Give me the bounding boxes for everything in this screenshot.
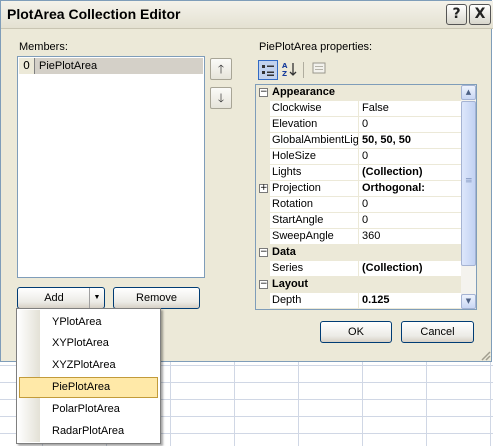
collapse-icon[interactable]: −	[259, 88, 268, 97]
list-item[interactable]: 0 PiePlotArea	[19, 58, 203, 74]
property-row[interactable]: HoleSize 0	[256, 149, 461, 165]
property-row[interactable]: Series (Collection)	[256, 261, 461, 277]
property-name: Lights	[272, 165, 359, 181]
help-button[interactable]: ?	[446, 4, 467, 25]
property-row[interactable]: GlobalAmbientLight 50, 50, 50	[256, 133, 461, 149]
add-dropdown-menu: YPlotArea XYPlotArea XYZPlotArea PiePlot…	[16, 308, 161, 444]
category-label: Data	[272, 246, 296, 258]
grip-icon: ≡	[465, 176, 473, 186]
property-value[interactable]: 0.125	[362, 293, 460, 309]
ok-button[interactable]: OK	[320, 321, 392, 343]
property-row[interactable]: Depth 0.125	[256, 293, 461, 309]
title-bar: PlotArea Collection Editor ? X	[1, 1, 493, 29]
dialog-title: PlotArea Collection Editor	[7, 6, 181, 22]
property-row[interactable]: Rotation 0	[256, 197, 461, 213]
property-value[interactable]: 0	[362, 213, 460, 229]
property-name: Elevation	[272, 117, 359, 133]
category-label: Appearance	[272, 86, 335, 98]
add-dropdown-arrow-icon[interactable]: ▼	[89, 288, 104, 308]
resize-grip-icon[interactable]	[479, 349, 491, 361]
property-name: Depth	[272, 293, 359, 309]
property-name: Series	[272, 261, 359, 277]
property-value[interactable]: Orthogonal:	[362, 181, 460, 197]
cancel-button[interactable]: Cancel	[401, 321, 474, 343]
move-up-button[interactable]: 🡑	[210, 58, 232, 80]
property-value[interactable]: 360	[362, 229, 460, 245]
menu-item-yplotarea[interactable]: YPlotArea	[19, 312, 158, 333]
arrow-up-icon: 🡑	[217, 62, 225, 76]
menu-item-xyplotarea[interactable]: XYPlotArea	[19, 333, 158, 354]
property-value[interactable]: (Collection)	[362, 165, 460, 181]
property-value[interactable]: (Collection)	[362, 261, 460, 277]
svg-text:A: A	[282, 62, 288, 70]
members-label: Members:	[19, 41, 68, 53]
property-row[interactable]: StartAngle 0	[256, 213, 461, 229]
add-button-label: Add	[44, 292, 64, 304]
property-value[interactable]: 0	[362, 149, 460, 165]
property-name: Rotation	[272, 197, 359, 213]
categorized-icon[interactable]	[258, 60, 278, 80]
move-down-button[interactable]: 🡓	[210, 87, 232, 109]
property-name: StartAngle	[272, 213, 359, 229]
property-row[interactable]: Elevation 0	[256, 117, 461, 133]
property-pages-icon[interactable]	[309, 60, 329, 80]
expand-icon[interactable]: +	[259, 184, 268, 193]
menu-item-pieplotarea[interactable]: PiePlotArea	[19, 377, 158, 398]
property-value[interactable]: 0	[362, 197, 460, 213]
property-name: Clockwise	[272, 101, 359, 117]
property-grid[interactable]: − Appearance Clockwise False Elevation 0…	[255, 84, 477, 310]
property-row[interactable]: + Projection Orthogonal:	[256, 181, 461, 197]
remove-button[interactable]: Remove	[113, 287, 200, 309]
collapse-icon[interactable]: −	[259, 248, 268, 257]
property-grid-scrollbar[interactable]: ▲ ≡ ▼	[461, 85, 476, 309]
category-label: Layout	[272, 278, 309, 290]
close-button[interactable]: X	[469, 4, 491, 25]
list-item-index: 0	[19, 58, 35, 74]
svg-text:Z: Z	[282, 70, 287, 78]
add-button[interactable]: Add ▼	[17, 287, 105, 309]
menu-item-xyzplotarea[interactable]: XYZPlotArea	[19, 355, 158, 376]
category-layout[interactable]: − Layout	[256, 277, 461, 293]
list-item-label: PiePlotArea	[39, 60, 98, 72]
close-icon: X	[474, 6, 486, 22]
members-list[interactable]: 0 PiePlotArea	[17, 56, 205, 278]
toolbar-separator	[303, 62, 304, 78]
property-value[interactable]: False	[362, 101, 460, 117]
scroll-thumb[interactable]: ≡	[461, 101, 476, 266]
scroll-up-button[interactable]: ▲	[461, 85, 476, 100]
scroll-up-icon: ▲	[465, 88, 472, 96]
property-value[interactable]: 0	[362, 117, 460, 133]
help-icon: ?	[452, 6, 461, 22]
property-row[interactable]: Lights (Collection)	[256, 165, 461, 181]
arrow-down-icon: 🡓	[217, 91, 225, 105]
property-name: SweepAngle	[272, 229, 359, 245]
property-name: Projection	[272, 181, 359, 197]
category-data[interactable]: − Data	[256, 245, 461, 261]
property-row[interactable]: SweepAngle 360	[256, 229, 461, 245]
menu-item-polarplotarea[interactable]: PolarPlotArea	[19, 399, 158, 420]
menu-item-radarplotarea[interactable]: RadarPlotArea	[19, 421, 158, 442]
category-appearance[interactable]: − Appearance	[256, 85, 461, 101]
scroll-down-button[interactable]: ▼	[461, 294, 476, 309]
properties-label: PiePlotArea properties:	[259, 41, 373, 53]
property-name: GlobalAmbientLight	[272, 133, 359, 149]
property-value[interactable]: 50, 50, 50	[362, 133, 460, 149]
alphabetical-icon[interactable]: AZ	[280, 60, 300, 80]
scroll-down-icon: ▼	[465, 297, 472, 305]
property-row[interactable]: Clockwise False	[256, 101, 461, 117]
property-name: HoleSize	[272, 149, 359, 165]
collapse-icon[interactable]: −	[259, 280, 268, 289]
property-toolbar: AZ	[255, 58, 477, 83]
